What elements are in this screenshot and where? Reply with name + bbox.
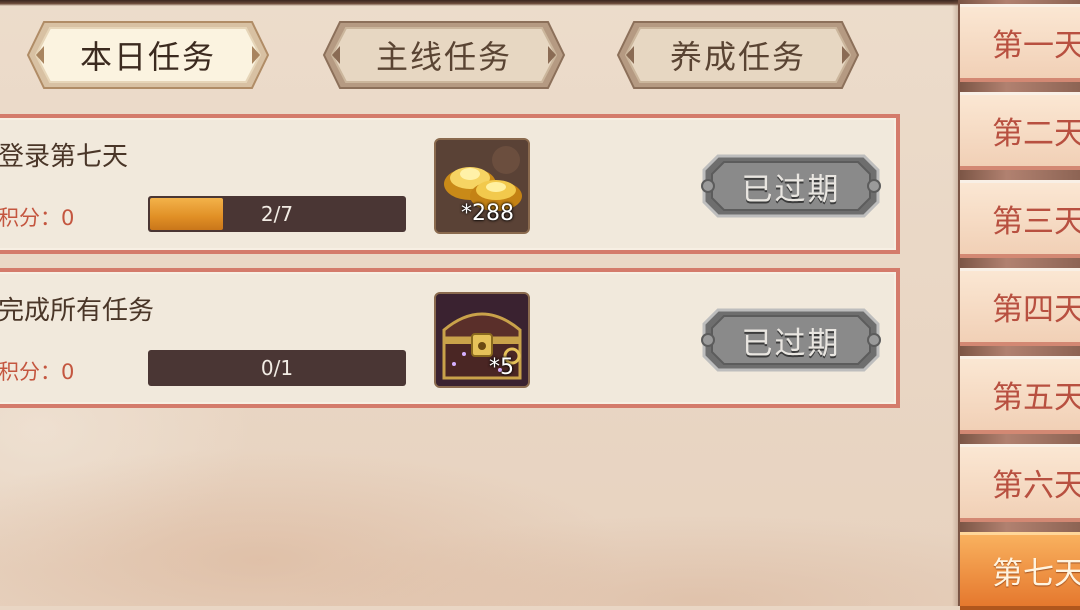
- day-tab-2[interactable]: 第二天: [960, 92, 1080, 170]
- tab-main-tasks[interactable]: 主线任务: [320, 18, 568, 92]
- expired-label: 已过期: [741, 171, 841, 208]
- day-tab-4[interactable]: 第四天: [960, 268, 1080, 346]
- task-row: 登录第七天 积分：0 2/7 *288 已过期: [0, 114, 900, 254]
- progress-text: 2/7: [260, 202, 294, 226]
- day-tab-5[interactable]: 第五天: [960, 356, 1080, 434]
- progress-text: 0/1: [260, 356, 294, 380]
- reward-item[interactable]: *288: [434, 138, 530, 234]
- task-progress-bar: 0/1: [148, 350, 406, 386]
- task-panel: 本日任务 主线任务 养成任务 登录第七天 积分：0 2/7 *288 已过期 完…: [0, 0, 958, 606]
- panel-top-edge: [0, 0, 958, 6]
- tab-label: 养成任务: [669, 38, 806, 76]
- tab-growth-tasks[interactable]: 养成任务: [614, 18, 862, 92]
- day-tab-6[interactable]: 第六天: [960, 444, 1080, 522]
- reward-count: *288: [461, 201, 514, 226]
- expired-label: 已过期: [741, 325, 841, 362]
- reward-count: *5: [489, 355, 514, 380]
- task-title: 登录第七天: [0, 142, 129, 172]
- reward-item[interactable]: *5: [434, 292, 530, 388]
- expired-button[interactable]: 已过期: [700, 302, 882, 378]
- task-row: 完成所有任务 积分：0 0/1 *5 已过期: [0, 268, 900, 408]
- tab-label: 主线任务: [375, 38, 512, 76]
- task-progress-bar: 2/7: [148, 196, 406, 232]
- expired-button[interactable]: 已过期: [700, 148, 882, 224]
- tab-label: 本日任务: [79, 38, 216, 76]
- day-tab-3[interactable]: 第三天: [960, 180, 1080, 258]
- day-tab-1[interactable]: 第一天: [960, 4, 1080, 82]
- day-tab-7[interactable]: 第七天: [960, 532, 1080, 610]
- task-score: 积分：0: [0, 360, 75, 384]
- task-title: 完成所有任务: [0, 296, 155, 326]
- task-score: 积分：0: [0, 206, 75, 230]
- treasure-chest-icon: [436, 294, 528, 386]
- tab-daily-tasks[interactable]: 本日任务: [24, 18, 272, 92]
